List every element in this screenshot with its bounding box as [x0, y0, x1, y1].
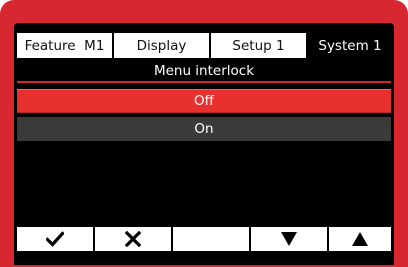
- option-on[interactable]: On: [17, 117, 391, 141]
- softkey-blank[interactable]: [173, 227, 249, 251]
- softkey-confirm[interactable]: [17, 227, 93, 251]
- tab-label: Setup 1: [232, 37, 285, 54]
- title-divider: [17, 81, 391, 83]
- softkey-cancel[interactable]: [95, 227, 171, 251]
- arrow-down-icon: [281, 232, 297, 246]
- option-label: Off: [194, 93, 214, 109]
- tab-display[interactable]: Display: [114, 33, 211, 58]
- softkey-down[interactable]: [251, 227, 327, 251]
- tab-system-1[interactable]: System 1: [306, 33, 394, 58]
- cross-icon: [125, 231, 141, 247]
- tab-bar: Feature M1 Display Setup 1 System 1: [14, 33, 394, 58]
- option-label: On: [194, 121, 214, 137]
- arrow-up-icon: [352, 232, 368, 246]
- softkey-bar: [14, 227, 394, 251]
- tab-label: System 1: [318, 37, 382, 54]
- check-icon: [46, 231, 64, 247]
- tab-label: Display: [136, 37, 187, 54]
- option-off[interactable]: Off: [17, 89, 391, 113]
- tab-feature-m1[interactable]: Feature M1: [17, 33, 114, 58]
- menu-title: Menu interlock: [153, 63, 255, 79]
- tab-setup-1[interactable]: Setup 1: [211, 33, 306, 58]
- tab-label: Feature M1: [24, 37, 105, 54]
- device-bezel: Feature M1 Display Setup 1 System 1 Menu…: [0, 0, 408, 267]
- softkey-up[interactable]: [329, 227, 391, 251]
- display-screen: Feature M1 Display Setup 1 System 1 Menu…: [14, 23, 394, 265]
